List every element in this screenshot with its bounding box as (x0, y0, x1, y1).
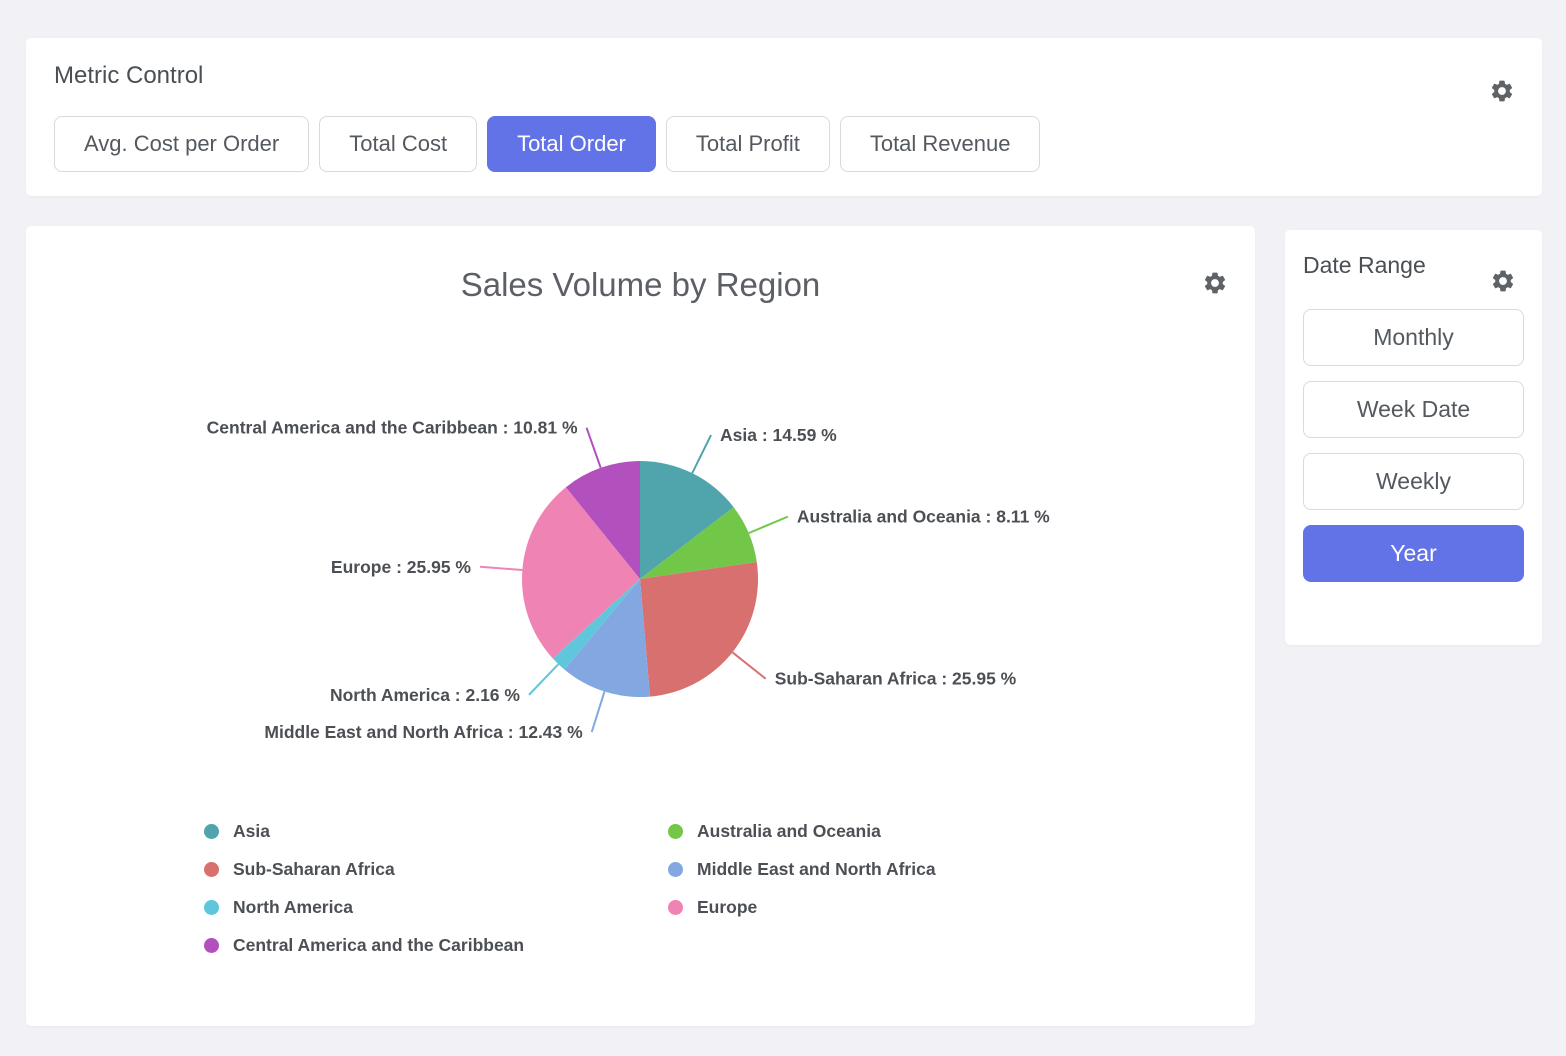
pie-slice-sub-saharan-africa[interactable] (640, 562, 758, 697)
legend-label: North America (233, 897, 353, 918)
metric-control-panel: Metric Control Avg. Cost per OrderTotal … (26, 38, 1542, 196)
date-range-button-group: Monthly Week Date Weekly Year (1303, 309, 1524, 582)
pie-label-line-sub-saharan-africa (732, 652, 765, 678)
metric-button-avg-cost-per-order[interactable]: Avg. Cost per Order (54, 116, 309, 172)
metric-button-total-order[interactable]: Total Order (487, 116, 656, 172)
metric-button-group: Avg. Cost per OrderTotal CostTotal Order… (54, 116, 1514, 172)
legend-item-australia-and-oceania[interactable]: Australia and Oceania (668, 818, 936, 845)
pie-label-middle-east-and-north-africa: Middle East and North Africa : 12.43 % (264, 722, 583, 742)
legend-dot-icon (204, 938, 219, 953)
date-range-button-monthly[interactable]: Monthly (1303, 309, 1524, 366)
pie-label-europe: Europe : 25.95 % (331, 557, 471, 577)
pie-label-line-middle-east-and-north-africa (592, 692, 605, 733)
pie-label-asia: Asia : 14.59 % (720, 425, 837, 445)
legend-label: Europe (697, 897, 757, 918)
legend-item-central-america-and-the-caribbean[interactable]: Central America and the Caribbean (204, 932, 668, 959)
legend-label: Middle East and North Africa (697, 859, 936, 880)
legend-dot-icon (668, 862, 683, 877)
pie-label-line-north-america (529, 664, 558, 695)
metric-button-total-profit[interactable]: Total Profit (666, 116, 830, 172)
pie-label-north-america: North America : 2.16 % (330, 685, 520, 705)
chart-title: Sales Volume by Region (26, 266, 1255, 304)
gear-icon[interactable] (1202, 270, 1228, 296)
legend-dot-icon (204, 824, 219, 839)
metric-control-title: Metric Control (54, 62, 1514, 90)
legend-label: Australia and Oceania (697, 821, 881, 842)
pie-label-line-europe (480, 567, 522, 570)
pie-label-australia-and-oceania: Australia and Oceania : 8.11 % (797, 507, 1050, 527)
gear-icon[interactable] (1490, 268, 1516, 294)
pie-chart: Asia : 14.59 % Australia and Oceania : 8.… (26, 386, 1255, 801)
metric-button-total-cost[interactable]: Total Cost (319, 116, 477, 172)
pie-label-sub-saharan-africa: Sub-Saharan Africa : 25.95 % (775, 669, 1017, 689)
chart-legend: Asia Australia and Oceania Sub-Saharan Afr… (204, 818, 936, 959)
legend-dot-icon (204, 900, 219, 915)
date-range-panel: Date Range MonthlyWeek DateWeeklyYear (1285, 230, 1542, 645)
pie-label-central-america-and-the-caribbean: Central America and the Caribbean : 10.8… (207, 418, 578, 438)
date-range-button-week-date[interactable]: Week Date (1303, 381, 1524, 438)
legend-item-middle-east-and-north-africa[interactable]: Middle East and North Africa (668, 856, 936, 883)
legend-dot-icon (668, 900, 683, 915)
gear-icon[interactable] (1489, 78, 1515, 104)
legend-item-europe[interactable]: Europe (668, 894, 936, 921)
legend-item-sub-saharan-africa[interactable]: Sub-Saharan Africa (204, 856, 668, 883)
legend-dot-icon (668, 824, 683, 839)
legend-label: Central America and the Caribbean (233, 935, 524, 956)
legend-item-north-america[interactable]: North America (204, 894, 668, 921)
pie-label-line-central-america-and-the-caribbean (587, 428, 601, 468)
date-range-button-year[interactable]: Year (1303, 525, 1524, 582)
legend-label: Asia (233, 821, 270, 842)
legend-item-asia[interactable]: Asia (204, 818, 668, 845)
date-range-button-weekly[interactable]: Weekly (1303, 453, 1524, 510)
pie-label-line-australia-and-oceania (749, 517, 788, 534)
metric-button-total-revenue[interactable]: Total Revenue (840, 116, 1041, 172)
legend-label: Sub-Saharan Africa (233, 859, 395, 880)
pie-label-line-asia (692, 435, 711, 473)
legend-dot-icon (204, 862, 219, 877)
chart-panel: Sales Volume by Region Asia : 14.59 % Aus… (26, 226, 1255, 1026)
